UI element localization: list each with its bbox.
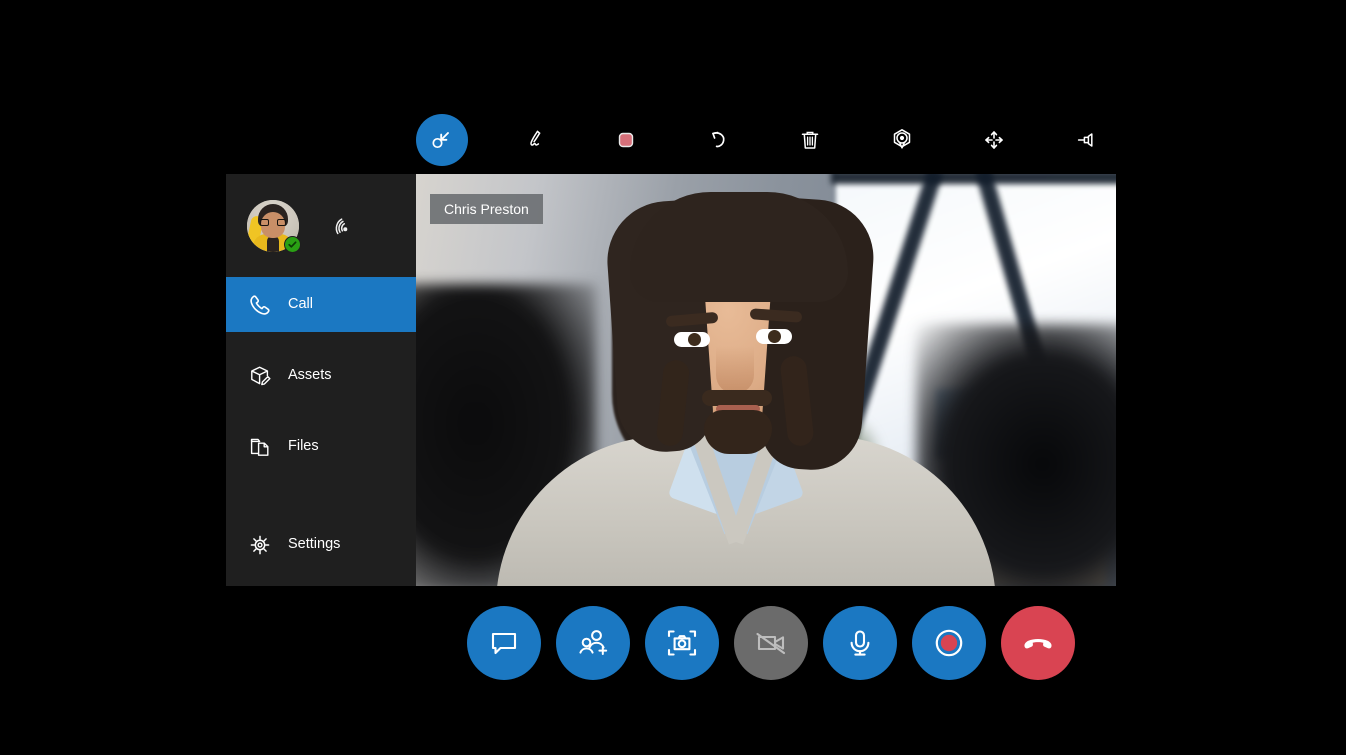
camera-capture-icon (664, 625, 700, 661)
video-scene (416, 174, 1116, 586)
trash-icon (797, 127, 823, 153)
files-folder-icon (246, 433, 274, 461)
sidebar-item-files[interactable]: Files (226, 419, 416, 474)
pushpin-icon (1072, 126, 1100, 154)
color-swatch-icon (613, 127, 639, 153)
delete-tool-button[interactable] (784, 114, 836, 166)
record-dot-icon (929, 623, 969, 663)
sidebar-item-label: Assets (288, 367, 332, 384)
phone-icon (246, 291, 274, 319)
check-badge-icon (284, 235, 301, 253)
video-toggle-button[interactable] (734, 606, 808, 680)
main-panel: Call Assets Files Settings Chris Preston (226, 174, 1116, 586)
mic-button[interactable] (823, 606, 897, 680)
add-person-icon (575, 625, 611, 661)
chat-bubble-icon (487, 626, 521, 660)
participant-name-label: Chris Preston (430, 194, 543, 224)
select-tool-button[interactable] (416, 113, 468, 166)
video-off-icon (752, 624, 790, 662)
anchor-tool-button[interactable] (876, 114, 928, 166)
chat-button[interactable] (467, 606, 541, 680)
annotation-toolbar (416, 112, 1116, 167)
video-feed[interactable]: Chris Preston (416, 174, 1116, 586)
sidebar-item-label: Call (288, 296, 313, 313)
sidebar-item-call[interactable]: Call (226, 277, 416, 332)
call-controls-bar (467, 606, 1075, 680)
assets-box-icon (246, 362, 274, 390)
pin-tool-button[interactable] (1060, 114, 1112, 166)
move-tool-button[interactable] (968, 114, 1020, 166)
signal-strength-icon (329, 213, 355, 239)
sidebar-item-settings[interactable]: Settings (226, 517, 416, 572)
snapshot-button[interactable] (645, 606, 719, 680)
pen-icon (521, 127, 547, 153)
record-button[interactable] (912, 606, 986, 680)
cursor-select-icon (429, 127, 455, 153)
undo-arrow-icon (704, 126, 732, 154)
color-swatch-button[interactable] (600, 114, 652, 166)
sidebar-item-assets[interactable]: Assets (226, 348, 416, 403)
location-anchor-icon (888, 126, 916, 154)
gear-icon (246, 531, 274, 559)
sidebar: Call Assets Files Settings (226, 174, 416, 586)
hangup-phone-icon (1019, 624, 1057, 662)
app-root: Call Assets Files Settings Chris Preston (0, 0, 1346, 755)
microphone-icon (843, 626, 877, 660)
add-participant-button[interactable] (556, 606, 630, 680)
sidebar-item-label: Settings (288, 536, 341, 553)
move-arrows-icon (981, 127, 1007, 153)
undo-tool-button[interactable] (692, 114, 744, 166)
user-presence-block (226, 174, 416, 277)
avatar[interactable] (247, 199, 301, 253)
hangup-button[interactable] (1001, 606, 1075, 680)
ink-tool-button[interactable] (508, 114, 560, 166)
sidebar-item-label: Files (288, 438, 319, 455)
